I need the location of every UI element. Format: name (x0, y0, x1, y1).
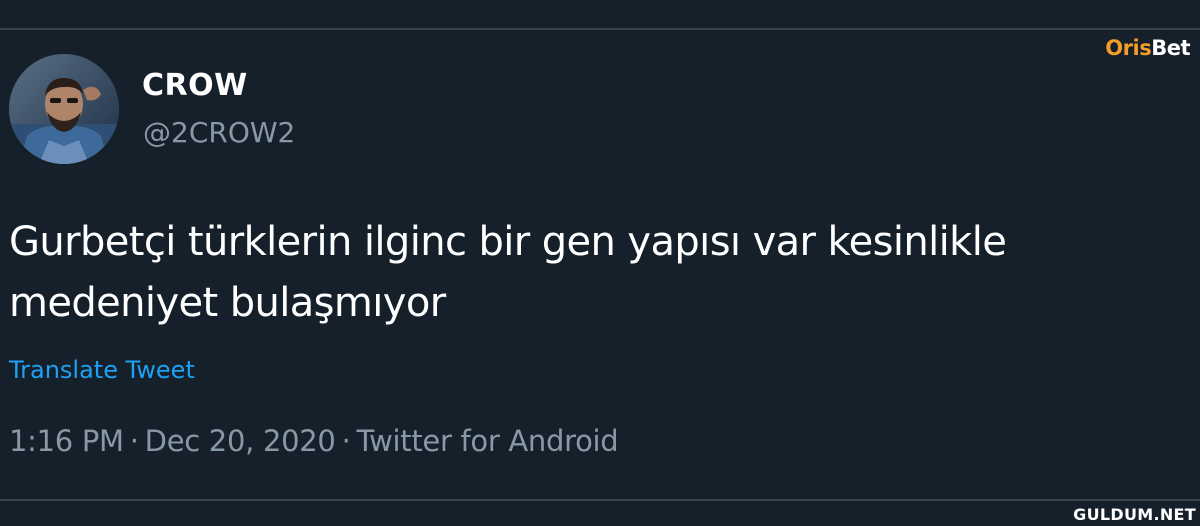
bottom-divider (0, 499, 1200, 501)
guldum-watermark: GULDUM.NET (1073, 505, 1196, 524)
author-display-name[interactable]: CROW (142, 68, 248, 103)
meta-separator: · (341, 424, 351, 458)
tweet-metadata: 1:16 PM · Dec 20, 2020 · Twitter for Android (9, 424, 619, 458)
tweet-date[interactable]: Dec 20, 2020 (145, 424, 336, 458)
tweet-time[interactable]: 1:16 PM (9, 424, 124, 458)
avatar[interactable] (9, 54, 119, 164)
author-handle[interactable]: @2CROW2 (143, 116, 295, 149)
tweet-text: Gurbetçi türklerin ilginc bir gen yapısı… (9, 219, 1007, 326)
translate-tweet-link[interactable]: Translate Tweet (9, 356, 195, 384)
orisbet-watermark-logo: OrisBet (1105, 36, 1190, 60)
profile-photo-icon (9, 54, 119, 164)
watermark-part1: Oris (1105, 36, 1152, 60)
meta-separator: · (129, 424, 139, 458)
top-divider (0, 28, 1200, 30)
watermark-part2: Bet (1151, 36, 1190, 60)
tweet-source[interactable]: Twitter for Android (356, 424, 618, 458)
